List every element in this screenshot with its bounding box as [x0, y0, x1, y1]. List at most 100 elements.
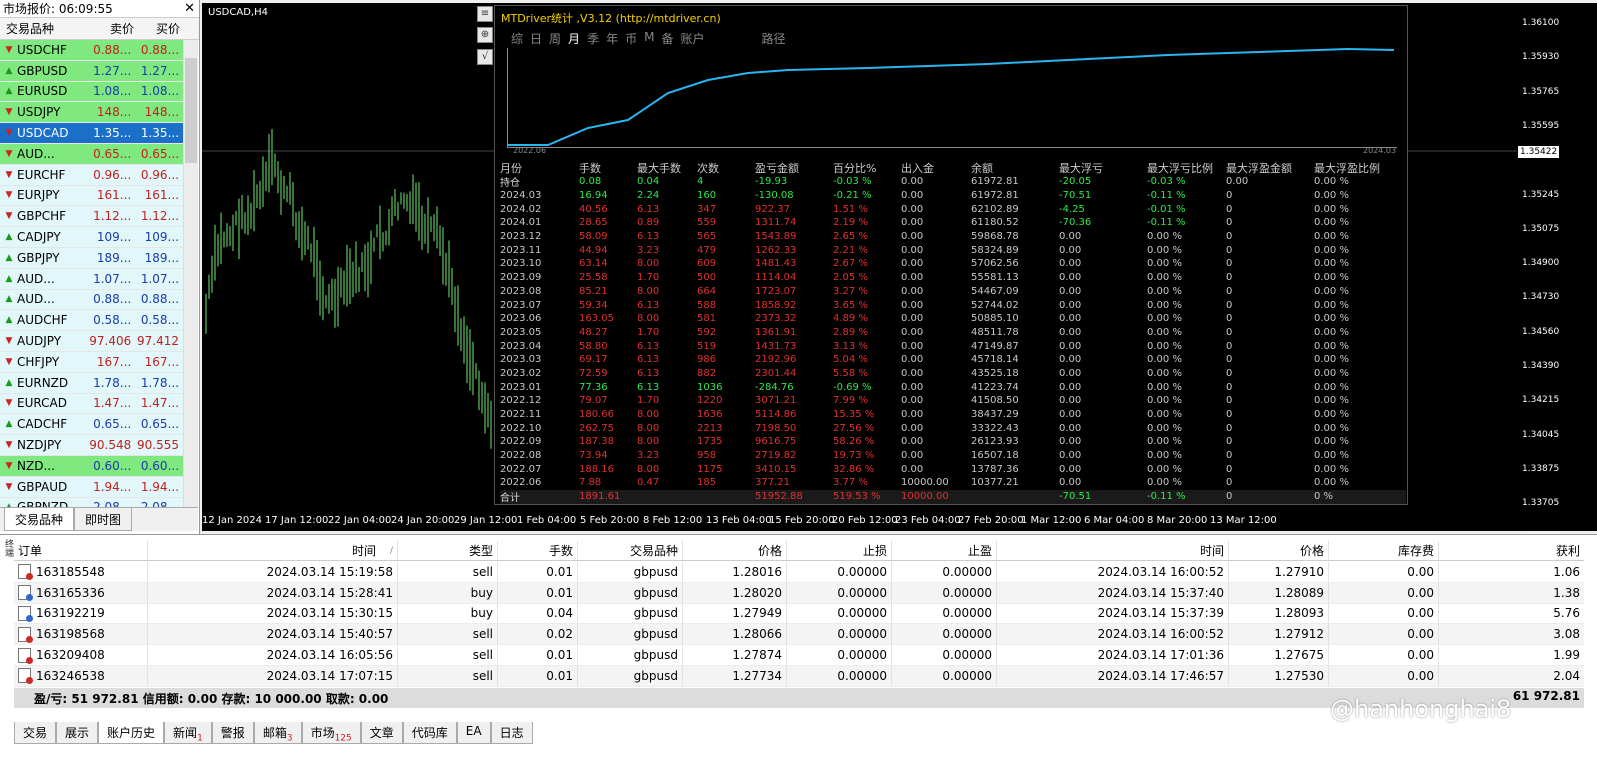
history-cell-type: sell	[398, 624, 498, 645]
terminal-tab[interactable]: 市场125	[301, 722, 361, 744]
stats-cell: 58.26 %	[833, 436, 875, 448]
market-watch-row[interactable]: ▼ AUDJPY 97.406 97.412	[0, 331, 183, 352]
stats-cell: 0.00 %	[1314, 367, 1349, 379]
stats-cell: 13787.36	[971, 463, 1019, 475]
history-col-header[interactable]: 止损	[787, 541, 892, 560]
market-watch-row[interactable]: ▼ NZDJPY 90.548 90.555	[0, 435, 183, 456]
settings-icon[interactable]: √	[477, 49, 493, 65]
mtdriver-tab[interactable]: 季	[587, 30, 599, 47]
history-col-header[interactable]: 止盈	[892, 541, 997, 560]
market-watch-row[interactable]: ▲ AUD... 0.88... 0.88...	[0, 289, 183, 311]
bid-price: 0.60...	[93, 458, 132, 473]
history-col-header[interactable]: 手数	[498, 541, 578, 560]
history-row[interactable]: 163209408 2024.03.14 16:05:56 sell 0.01 gbpu…	[14, 645, 1584, 666]
market-watch-row[interactable]: ▲ EURNZD 1.78... 1.78...	[0, 372, 183, 394]
history-row[interactable]: 163246538 2024.03.14 17:07:15 sell 0.01 gbpu…	[14, 666, 1584, 687]
market-watch-row[interactable]: ▼ USDJPY 148... 148...	[0, 102, 183, 124]
price-chart[interactable]: USDCAD,H4 ≡ ⊕ √ 1.36100 1.35930 1.35765 1.3…	[202, 3, 1597, 543]
history-row[interactable]: 163185548 2024.03.14 15:19:58 sell 0.01 gbpu…	[14, 562, 1584, 583]
terminal-tab[interactable]: 文章	[360, 722, 403, 744]
market-watch-row[interactable]: ▲ CADCHF 0.65... 0.65...	[0, 414, 183, 436]
stats-cell: 0	[1226, 190, 1233, 202]
mtdriver-tab[interactable]: 月	[568, 30, 580, 47]
market-watch-row[interactable]: ▼ AUD... 0.65... 0.65...	[0, 143, 183, 165]
tab-tick-chart[interactable]: 即时图	[74, 508, 133, 531]
cell-text: 2024.03.14 15:28:41	[266, 585, 393, 600]
stats-cell: 0.00	[1059, 326, 1082, 338]
terminal-tab[interactable]: 警报	[211, 722, 254, 744]
scrollbar[interactable]	[183, 40, 198, 512]
market-watch-row[interactable]: ▲ AUDCHF 0.58... 0.58...	[0, 310, 183, 332]
mtdriver-tab[interactable]: 路径	[762, 30, 786, 47]
history-col-header[interactable]: 交易品种	[578, 541, 683, 560]
market-watch-row[interactable]: ▼ EURJPY 161... 161...	[0, 185, 183, 207]
history-row[interactable]: 163192219 2024.03.14 15:30:15 buy 0.04 gbpus…	[14, 603, 1584, 625]
stats-cell: 77.36	[579, 381, 608, 393]
tab-label: EA	[465, 724, 482, 738]
price-tick-label: 1.35075	[1522, 223, 1560, 234]
history-col-header[interactable]: 库存费	[1329, 541, 1439, 560]
mtdriver-tab[interactable]: 币	[625, 30, 637, 47]
terminal-tab[interactable]: 代码库	[402, 722, 457, 744]
zoom-icon[interactable]: ⊕	[477, 27, 493, 43]
market-watch-row[interactable]: ▲ GBPUSD 1.27... 1.27...	[0, 60, 183, 82]
history-col-header[interactable]: 获利	[1439, 541, 1584, 560]
scrollbar-thumb[interactable]	[185, 58, 197, 163]
stats-cell: 0.00 %	[1314, 244, 1349, 256]
menu-icon[interactable]: ≡	[477, 6, 493, 22]
history-row[interactable]: 163165336 2024.03.14 15:28:41 buy 0.01 gbpus…	[14, 582, 1584, 604]
terminal-tab[interactable]: 新闻1	[164, 722, 212, 744]
market-watch-row[interactable]: ▼ USDCHF 0.88... 0.88...	[0, 40, 183, 61]
market-watch-row[interactable]: ▲ GBPJPY 189... 189...	[0, 247, 183, 269]
tab-symbols[interactable]: 交易品种	[4, 508, 75, 531]
history-col-header[interactable]: 订单	[14, 541, 148, 560]
col-ask[interactable]: 买价	[138, 20, 184, 37]
col-symbol[interactable]: 交易品种	[0, 20, 92, 37]
history-row[interactable]: 163198568 2024.03.14 15:40:57 sell 0.02 gbpu…	[14, 624, 1584, 646]
history-col-header[interactable]: 价格	[683, 541, 787, 560]
mtdriver-tab[interactable]: 日	[530, 30, 542, 47]
stats-cell: 2213	[697, 422, 723, 434]
stats-cell: -4.25	[1059, 203, 1085, 215]
price-tick-label: 1.34560	[1522, 326, 1560, 337]
terminal-tab[interactable]: 日志	[490, 722, 533, 744]
market-watch-row[interactable]: ▼ EURCHF 0.96... 0.96...	[0, 164, 183, 186]
market-watch-row[interactable]: ▲ AUD... 1.07... 1.07...	[0, 268, 183, 290]
stats-cell: 8.00	[637, 258, 660, 270]
market-watch-row[interactable]: ▼ EURCAD 1.47... 1.47...	[0, 393, 183, 415]
market-watch-row[interactable]: ▼ GBPCHF 1.12... 1.12...	[0, 206, 183, 228]
history-col-header[interactable]: 时间	[997, 541, 1229, 560]
market-watch-row[interactable]: ▼ USDCAD 1.35... 1.35...	[0, 123, 183, 144]
mtdriver-tab[interactable]: 综	[511, 30, 523, 47]
terminal-tab[interactable]: EA	[456, 722, 491, 744]
stats-cell: 986	[697, 354, 717, 366]
market-watch-row[interactable]: ▲GBPNZD2.08...2.08...	[0, 497, 183, 507]
col-bid[interactable]: 卖价	[92, 20, 138, 37]
mtdriver-tab[interactable]: M	[644, 30, 654, 47]
stats-header-cell: 余额	[971, 161, 993, 175]
terminal-tab[interactable]: 展示	[56, 722, 99, 744]
stats-cell: 0.00	[1059, 244, 1082, 256]
history-col-header[interactable]: 价格	[1229, 541, 1329, 560]
market-watch-row[interactable]: ▼ CHFJPY 167... 167...	[0, 351, 183, 373]
mtdriver-tab[interactable]: 年	[606, 30, 618, 47]
market-watch-row[interactable]: ▲ CADJPY 109... 109...	[0, 227, 183, 248]
price-tick-label: 1.34900	[1522, 258, 1560, 269]
mtdriver-tab[interactable]: 账户	[680, 30, 704, 47]
market-watch-row[interactable]: ▲ EURUSD 1.08... 1.08...	[0, 81, 183, 103]
history-cell-lots: 0.01	[498, 562, 578, 582]
terminal-tab[interactable]: 账户历史	[98, 722, 165, 744]
mtdriver-tab[interactable]: 备	[661, 30, 673, 47]
market-watch-row[interactable]: ▼ GBPAUD 1.94... 1.94...	[0, 476, 183, 498]
terminal-tab[interactable]: 交易	[14, 722, 57, 744]
market-watch-row[interactable]: ▼ NZD... 0.60... 0.60...	[0, 455, 183, 477]
history-col-header[interactable]: 类型	[398, 541, 498, 560]
terminal-tab[interactable]: 邮箱3	[253, 722, 302, 744]
price-tick-label: 1.34215	[1522, 395, 1560, 406]
history-col-header[interactable]: 时间 /	[148, 541, 398, 560]
summary-text: 盈/亏: 51 972.81 信用额: 0.00 存款: 10 000.00 取…	[34, 691, 389, 706]
arrow-up-icon: ▲	[5, 86, 13, 97]
symbol-cell: ▲ AUD...	[0, 272, 88, 286]
close-icon[interactable]: ✕	[184, 1, 195, 16]
mtdriver-tab[interactable]: 周	[549, 30, 561, 47]
